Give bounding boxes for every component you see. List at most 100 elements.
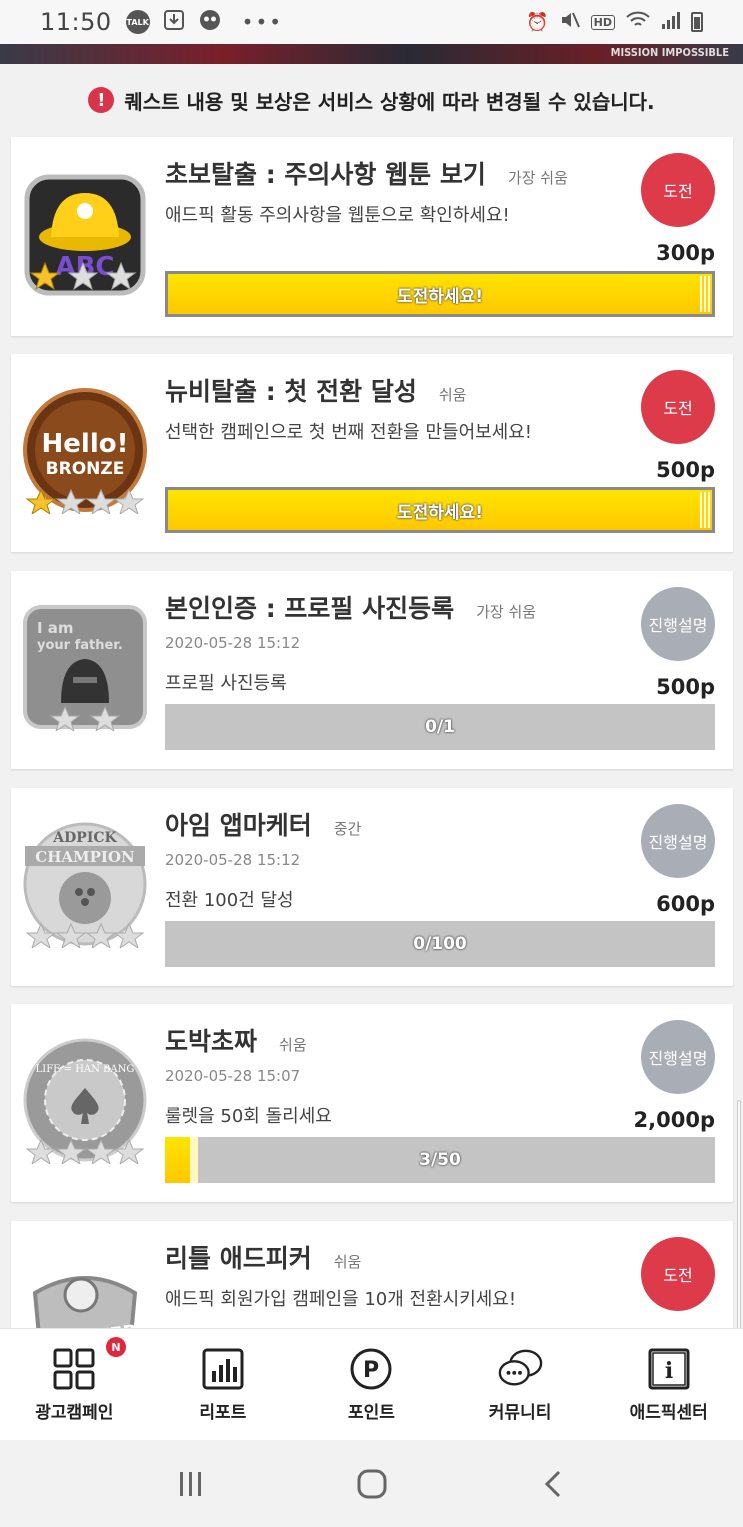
guide-button[interactable]: 진행설명	[641, 587, 715, 661]
bottom-nav: N 광고캠페인 리포트 P 포인트 커뮤니티 i 애드픽센터	[0, 1328, 743, 1440]
notification-icons: TALK •••	[125, 8, 284, 36]
quest-card[interactable]: ABC 초보탈출 : 주의사항 웹툰 보기 가장 쉬움 애드픽 활동 주의사항을…	[11, 137, 733, 336]
signal-icon	[661, 10, 681, 35]
quest-description: 애드픽 활동 주의사항을 웹툰으로 확인하세요!	[165, 205, 510, 226]
home-icon[interactable]	[352, 1464, 392, 1504]
quest-title: 본인인증 : 프로필 사진등록	[165, 594, 455, 623]
nav-label: 광고캠페인	[35, 1403, 114, 1423]
svg-text:ADPICK: ADPICK	[52, 830, 117, 846]
quest-title-row: 초보탈출 : 주의사항 웹툰 보기 가장 쉬움	[165, 155, 568, 191]
progress-label: 3/50	[419, 1150, 461, 1170]
download-icon	[162, 8, 186, 36]
banner-text: MISSION IMPOSSIBLE	[610, 46, 729, 59]
quest-title: 초보탈출 : 주의사항 웹툰 보기	[165, 160, 486, 189]
quest-points: 500p	[656, 458, 715, 482]
quest-badge-icon: Hello! BRONZE	[21, 386, 149, 516]
svg-text:Hello!: Hello!	[42, 429, 129, 459]
back-icon[interactable]	[533, 1464, 573, 1504]
quest-badge-icon: ADPICKER	[21, 1253, 149, 1328]
quest-progress-bar: 0/1	[165, 704, 715, 750]
nav-item-community[interactable]: 커뮤니티	[446, 1329, 595, 1440]
quest-card[interactable]: LIFE = HAN BANG 도박초짜 쉬움 2020-05-28 15:07…	[11, 1004, 733, 1202]
quest-title-row: 뉴비탈출 : 첫 전환 달성 쉬움	[165, 372, 466, 408]
progress-label: 0/100	[413, 934, 467, 954]
quest-card[interactable]: ADPICKER 리틀 애드피커 쉬움 애드픽 회원가입 캠페인을 10개 전환…	[11, 1221, 733, 1328]
hd-icon: HD	[590, 14, 615, 30]
quest-badge-icon: ADPICK CHAMPION	[21, 820, 149, 950]
svg-text:i: i	[664, 1358, 672, 1384]
nav-item-point[interactable]: P 포인트	[297, 1329, 446, 1440]
nav-label: 커뮤니티	[488, 1403, 552, 1423]
nav-label: 리포트	[199, 1403, 247, 1423]
quest-title-row: 아임 앱마케터 중간	[165, 806, 361, 842]
challenge-button[interactable]: 도전	[641, 153, 715, 227]
quest-badge-icon: LIFE = HAN BANG	[21, 1036, 149, 1166]
svg-text:CHAMPION: CHAMPION	[35, 848, 135, 866]
notice-text: 퀘스트 내용 및 보상은 서비스 상황에 따라 변경될 수 있습니다.	[124, 89, 655, 114]
quest-difficulty: 쉬움	[279, 1036, 307, 1054]
skull-icon	[198, 8, 222, 36]
quest-title: 리틀 애드피커	[165, 1244, 312, 1273]
guide-button[interactable]: 진행설명	[641, 804, 715, 878]
quest-progress-bar[interactable]: 도전하세요!	[165, 271, 715, 317]
alarm-icon: ⏰	[526, 11, 549, 33]
svg-text:your father.: your father.	[37, 638, 123, 653]
quest-title: 뉴비탈출 : 첫 전환 달성	[165, 377, 417, 406]
progress-label: 도전하세요!	[397, 502, 483, 523]
quest-description: 애드픽 회원가입 캠페인을 10개 전환시키세요!	[165, 1289, 517, 1310]
quest-title: 아임 앱마케터	[165, 811, 312, 840]
quest-date: 2020-05-28 15:12	[165, 634, 301, 652]
quest-description: 선택한 캠페인으로 첫 번째 전환을 만들어보세요!	[165, 422, 533, 443]
quest-description: 프로필 사진등록	[165, 673, 287, 694]
progress-label: 0/1	[425, 717, 455, 737]
nav-item-center[interactable]: i 애드픽센터	[594, 1329, 743, 1440]
wifi-icon	[625, 10, 651, 35]
quest-title-row: 리틀 애드피커 쉬움	[165, 1239, 361, 1275]
notice: ! 퀘스트 내용 및 보상은 서비스 상황에 따라 변경될 수 있습니다.	[0, 64, 743, 136]
svg-text:LIFE = HAN BANG: LIFE = HAN BANG	[36, 1064, 135, 1075]
quest-card[interactable]: Hello! BRONZE 뉴비탈출 : 첫 전환 달성 쉬움 선택한 캠페인으…	[11, 354, 733, 552]
more-notifications-icon: •••	[241, 10, 284, 34]
quest-difficulty: 쉬움	[333, 1253, 362, 1271]
quest-points: 500p	[656, 675, 715, 699]
status-time: 11:50	[40, 8, 112, 36]
quest-description: 전환 100건 달성	[165, 890, 294, 911]
mute-icon	[559, 9, 581, 36]
challenge-button[interactable]: 도전	[641, 1237, 715, 1311]
system-nav-bar	[0, 1440, 743, 1527]
svg-text:P: P	[363, 1358, 379, 1383]
chart-icon	[200, 1346, 246, 1392]
quest-difficulty: 중간	[333, 820, 362, 838]
quest-title-row: 본인인증 : 프로필 사진등록 가장 쉬움	[165, 589, 536, 625]
system-icons: ⏰ HD	[526, 9, 703, 36]
quest-title-row: 도박초짜 쉬움	[165, 1022, 307, 1058]
quest-card[interactable]: ADPICK CHAMPION 아임 앱마케터 중간 2020-05-28 15…	[11, 788, 733, 986]
challenge-button[interactable]: 도전	[641, 370, 715, 444]
quest-card[interactable]: I am your father. 본인인증 : 프로필 사진등록 가장 쉬움 …	[11, 571, 733, 769]
quest-badge-icon: ABC	[21, 171, 149, 299]
grid-icon	[51, 1346, 97, 1392]
quest-points: 2,000p	[633, 1108, 715, 1132]
quest-progress-bar[interactable]: 도전하세요!	[165, 487, 715, 533]
top-banner[interactable]: MISSION IMPOSSIBLE	[0, 44, 743, 64]
warning-icon: !	[88, 87, 115, 113]
recent-apps-icon[interactable]	[171, 1464, 211, 1504]
nav-item-report[interactable]: 리포트	[149, 1329, 298, 1440]
nav-label: 포인트	[348, 1403, 395, 1423]
quest-title: 도박초짜	[165, 1027, 258, 1056]
nav-item-campaign[interactable]: N 광고캠페인	[0, 1329, 149, 1440]
quest-badge-icon: I am your father.	[21, 603, 149, 733]
quest-date: 2020-05-28 15:07	[165, 1067, 301, 1085]
quest-progress-bar: 0/100	[165, 921, 715, 967]
info-icon: i	[646, 1346, 692, 1392]
svg-text:I am: I am	[37, 619, 74, 637]
quest-description: 룰렛을 50회 돌리세요	[165, 1106, 332, 1127]
nav-label: 애드픽센터	[629, 1403, 708, 1423]
status-bar: 11:50 TALK ••• ⏰ HD	[0, 0, 743, 44]
quest-points: 600p	[656, 892, 715, 916]
quest-date: 2020-05-28 15:12	[165, 851, 301, 869]
quest-difficulty: 가장 쉬움	[507, 169, 568, 187]
guide-button[interactable]: 진행설명	[641, 1020, 715, 1094]
quest-difficulty: 가장 쉬움	[476, 603, 537, 621]
chat-icon	[497, 1346, 543, 1392]
